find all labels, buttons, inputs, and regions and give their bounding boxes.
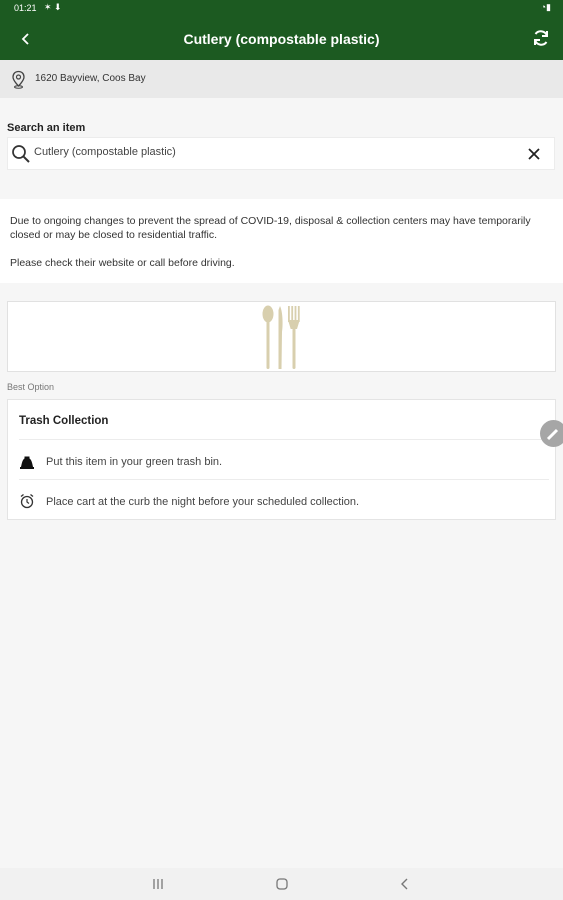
search-input[interactable]: Cutlery (compostable plastic) [34,146,504,158]
location-address: 1620 Bayview, Coos Bay [35,73,146,84]
option-instruction: Put this item in your green trash bin. [46,456,223,468]
status-notification-icons: ✶ ⬇ [44,2,62,12]
home-icon[interactable] [274,876,290,892]
pencil-icon [546,428,559,441]
search-icon [12,145,30,163]
nav-back-icon[interactable] [397,876,413,892]
disposal-option-card[interactable]: Trash Collection Put this item in your g… [7,399,556,520]
trash-bin-icon [20,456,34,469]
alarm-clock-icon [20,493,34,509]
location-bar[interactable]: 1620 Bayview, Coos Bay [0,60,563,98]
location-pin-icon [12,70,25,89]
notice-paragraph: Due to ongoing changes to prevent the sp… [10,215,531,241]
search-field[interactable]: Cutlery (compostable plastic) [7,137,555,170]
cutlery-icon [262,305,300,369]
edit-button[interactable] [540,420,563,447]
status-time: 01:21 [14,3,37,13]
refresh-icon [534,30,548,46]
app-bar: 01:21 ✶ ⬇ ◔▮ Cutlery (compostable plasti… [0,0,563,60]
search-label: Search an item [7,122,86,134]
option-instruction: Place cart at the curb the night before … [46,496,360,508]
item-image-card [7,301,556,372]
notice-paragraph: Please check their website or call befor… [10,257,235,269]
close-icon [528,148,540,160]
option-title: Trash Collection [19,415,109,427]
divider [19,479,549,480]
covid-notice: Due to ongoing changes to prevent the sp… [0,199,563,283]
page-title: Cutlery (compostable plastic) [183,31,380,47]
system-nav-bar [0,868,563,900]
recent-apps-icon[interactable] [150,876,166,892]
clear-search-button[interactable] [526,146,542,162]
refresh-button[interactable] [529,26,553,50]
status-system-icons: ◔▮ [540,2,551,12]
divider [19,439,549,440]
best-option-label: Best Option [7,382,55,392]
